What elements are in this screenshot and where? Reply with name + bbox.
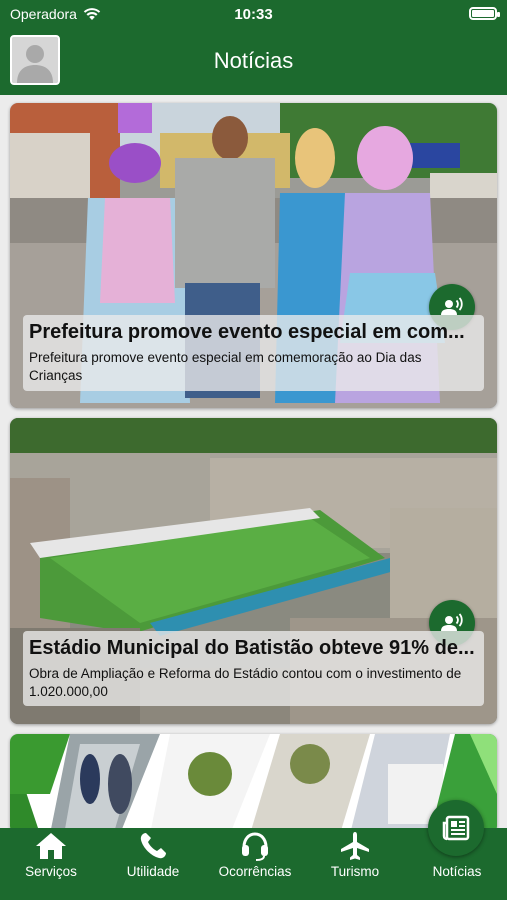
clock: 10:33 xyxy=(234,6,273,23)
home-icon xyxy=(36,833,66,859)
news-card[interactable] xyxy=(10,734,497,834)
tab-label: Turismo xyxy=(330,864,380,879)
news-description: Obra de Ampliação e Reforma do Estádio c… xyxy=(29,666,462,699)
newspaper-icon xyxy=(442,815,470,841)
page-title: Notícias xyxy=(213,48,294,73)
tab-label: Serviços xyxy=(25,864,77,879)
tab-noticias-active-button[interactable] xyxy=(428,800,484,856)
news-photo-collage xyxy=(10,734,497,834)
tab-label: Notícias xyxy=(432,864,482,879)
news-description: Prefeitura promove evento especial em co… xyxy=(29,350,422,383)
tab-utilidade[interactable]: Utilidade xyxy=(120,828,186,900)
tab-label: Utilidade xyxy=(126,864,180,879)
news-title: Prefeitura promove evento especial em co… xyxy=(29,321,465,343)
app-header: Operadora 10:33 Notícias xyxy=(0,0,507,95)
news-caption: Estádio Municipal do Batistão obteve 91%… xyxy=(23,631,484,706)
phone-icon xyxy=(140,833,166,859)
tab-label: Ocorrências xyxy=(218,864,292,879)
tab-ocorrencias[interactable]: Ocorrências xyxy=(210,828,300,900)
news-card[interactable]: Estádio Municipal do Batistão obteve 91%… xyxy=(10,418,497,724)
status-bar: Operadora 10:33 xyxy=(0,0,507,28)
news-card[interactable]: Prefeitura promove evento especial em co… xyxy=(10,103,497,408)
news-caption: Prefeitura promove evento especial em co… xyxy=(23,315,484,391)
tab-turismo[interactable]: Turismo xyxy=(322,828,388,900)
tab-servicos[interactable]: Serviços xyxy=(18,828,84,900)
airplane-icon xyxy=(341,832,369,860)
battery-icon xyxy=(469,7,500,20)
news-title: Estádio Municipal do Batistão obteve 91%… xyxy=(29,637,475,659)
headset-icon xyxy=(242,832,268,861)
